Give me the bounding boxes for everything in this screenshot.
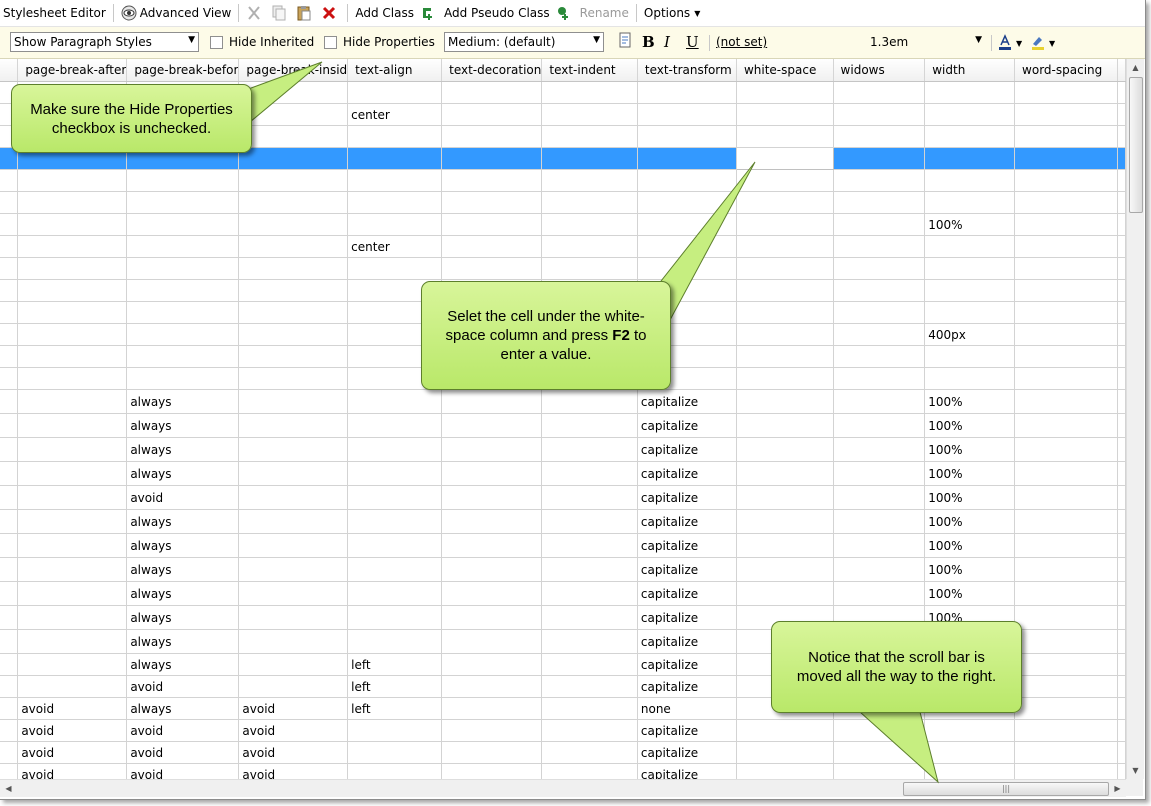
callout-hide-properties: Make sure the Hide Properties checkbox i… xyxy=(11,84,252,153)
callout-scroll-text: Notice that the scroll bar is moved all … xyxy=(796,649,997,685)
callout-hide-properties-text: Make sure the Hide Properties checkbox i… xyxy=(30,100,233,137)
callout-f2-key: F2 xyxy=(612,327,630,344)
callout-tail-scroll xyxy=(858,711,939,784)
callout-press-f2: Selet the cell under the white-space col… xyxy=(421,281,671,390)
callout-scroll-note: Notice that the scroll bar is moved all … xyxy=(771,621,1022,713)
callout-f2-text: Selet the cell under the white-space col… xyxy=(434,307,658,364)
